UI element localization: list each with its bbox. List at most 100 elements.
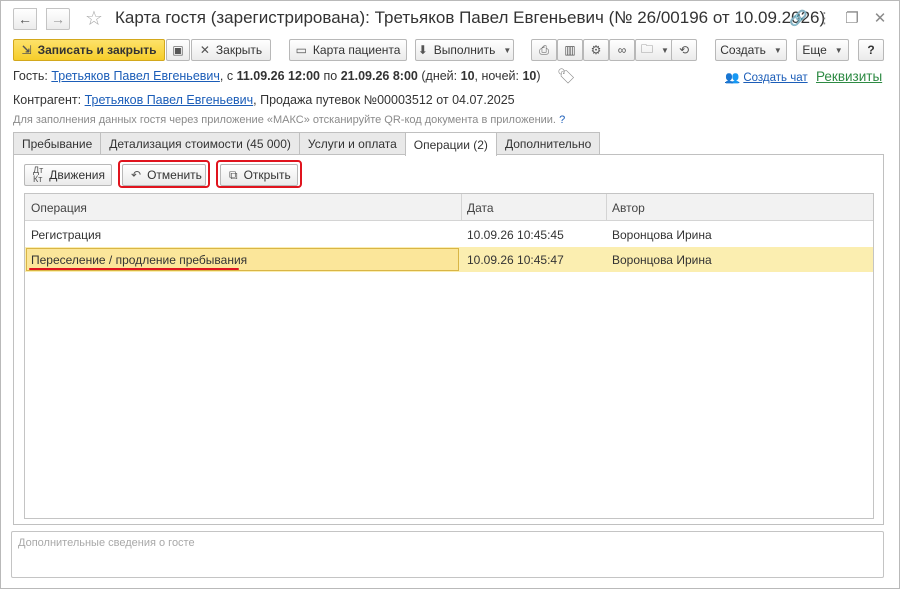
table-row-selected[interactable]: Переселение / продление пребывания 10.09… bbox=[25, 247, 873, 272]
history-clock-icon: ⟲ bbox=[678, 43, 690, 57]
open-window-icon: ⧉ bbox=[229, 167, 238, 182]
save-and-close-label: Записать и закрыть bbox=[37, 43, 157, 57]
close-button[interactable]: ✕ Закрыть bbox=[191, 39, 271, 61]
movements-label: Движения bbox=[49, 168, 105, 182]
close-label: Закрыть bbox=[215, 43, 263, 57]
chevron-down-icon: ▼ bbox=[503, 45, 512, 55]
toolbar: ⇲ Записать и закрыть ▣ ✕ Закрыть ▭ Карта… bbox=[13, 39, 889, 63]
tag-icon[interactable]: 🏷 bbox=[557, 67, 576, 85]
floppy-disk-icon: ▣ bbox=[172, 43, 184, 57]
create-dropdown-button[interactable]: Создать ▼ bbox=[715, 39, 787, 61]
guest-name-link[interactable]: Третьяков Павел Евгеньевич bbox=[51, 69, 220, 83]
report-button[interactable]: ▥ bbox=[557, 39, 583, 61]
tab-bar: Пребывание Детализация стоимости (45 000… bbox=[13, 132, 601, 156]
to-label: по bbox=[323, 69, 338, 83]
save-close-icon: ⇲ bbox=[21, 43, 32, 57]
execute-label: Выполнить bbox=[433, 43, 496, 57]
create-chat-label: Создать чат bbox=[743, 72, 808, 84]
guest-label: Гость: bbox=[13, 69, 48, 83]
contractor-sale-info: , Продажа путевок №00003512 от 04.07.202… bbox=[253, 93, 515, 107]
tab-additional[interactable]: Дополнительно bbox=[495, 132, 601, 155]
patient-card-label: Карта пациента bbox=[312, 43, 401, 57]
card-icon: ▭ bbox=[295, 43, 307, 57]
qr-hint-text: Для заполнения данных гостя через прилож… bbox=[13, 114, 556, 126]
nights-label: , ночей: bbox=[474, 69, 519, 83]
tab-stay[interactable]: Пребывание bbox=[13, 132, 102, 155]
cell-operation: Регистрация bbox=[31, 227, 102, 242]
chain-link-icon: ∞ bbox=[617, 43, 627, 57]
cell-date: 10.09.26 10:45:47 bbox=[467, 252, 564, 267]
tab-cost-details[interactable]: Детализация стоимости (45 000) bbox=[100, 132, 300, 155]
days-count: 10 bbox=[460, 69, 475, 83]
help-button[interactable]: ? bbox=[858, 39, 884, 61]
chevron-down-icon: ▼ bbox=[834, 45, 843, 55]
printer-icon: ⎙ bbox=[539, 42, 549, 57]
column-author[interactable]: Автор bbox=[606, 194, 873, 221]
open-label: Открыть bbox=[243, 168, 291, 182]
attach-dropdown-button[interactable]: 🗀 ▼ bbox=[635, 39, 675, 61]
window-title: Карта гостя (зарегистрирована): Третьяко… bbox=[115, 8, 826, 27]
undo-arrow-icon: ↶ bbox=[131, 168, 142, 182]
link-button[interactable]: ∞ bbox=[609, 39, 635, 61]
cell-date: 10.09.26 10:45:45 bbox=[467, 227, 564, 242]
back-arrow-icon[interactable]: ← bbox=[13, 8, 37, 30]
movements-button[interactable]: Дт Кт Движения bbox=[24, 164, 112, 186]
cell-author: Воронцова Ирина bbox=[612, 227, 712, 242]
table-header: Операция Дата Автор bbox=[25, 194, 873, 221]
guest-info: Гость: Третьяков Павел Евгеньевич, с 11.… bbox=[13, 69, 541, 83]
window: ← → ☆ Карта гостя (зарегистрирована): Тр… bbox=[0, 0, 900, 589]
cancel-label: Отменить bbox=[147, 168, 202, 182]
qr-hint: Для заполнения данных гостя через прилож… bbox=[13, 114, 565, 126]
favorite-star-icon[interactable]: ☆ bbox=[85, 6, 103, 31]
days-label: (дней: bbox=[421, 69, 458, 83]
more-vertical-icon[interactable]: ⋮ bbox=[817, 9, 832, 27]
contractor-name-link[interactable]: Третьяков Павел Евгеньевич bbox=[85, 93, 254, 107]
execute-dropdown-button[interactable]: ⬇ Выполнить ▼ bbox=[415, 39, 514, 61]
down-arrow-icon: ⬇ bbox=[417, 43, 428, 57]
operations-table: Операция Дата Автор Регистрация 10.09.26… bbox=[24, 193, 874, 519]
guest-notes-field[interactable]: Дополнительные сведения о госте bbox=[11, 531, 884, 578]
hint-help-icon[interactable]: ? bbox=[559, 114, 565, 126]
save-and-close-button[interactable]: ⇲ Записать и закрыть bbox=[13, 39, 165, 61]
restore-window-icon[interactable]: ❐ bbox=[845, 9, 859, 27]
column-date[interactable]: Дата bbox=[461, 194, 606, 221]
chevron-down-icon: ▼ bbox=[661, 45, 669, 55]
arrival-date: 11.09.26 12:00 bbox=[236, 69, 321, 83]
column-operation[interactable]: Операция bbox=[25, 194, 461, 221]
title-bar: ← → ☆ Карта гостя (зарегистрирована): Тр… bbox=[1, 1, 899, 35]
tab-services-payment[interactable]: Услуги и оплата bbox=[298, 132, 406, 155]
requisites-link[interactable]: Реквизиты bbox=[816, 69, 882, 84]
cell-author: Воронцова Ирина bbox=[612, 252, 712, 267]
notes-placeholder: Дополнительные сведения о госте bbox=[18, 537, 195, 549]
close-paren: ) bbox=[536, 69, 541, 83]
settings-button[interactable]: ⚙ bbox=[583, 39, 609, 61]
contractor-info: Контрагент: Третьяков Павел Евгеньевич, … bbox=[13, 93, 515, 107]
chevron-down-icon: ▼ bbox=[773, 45, 782, 55]
departure-date: 21.09.26 8:00 bbox=[340, 69, 418, 83]
from-label: , с bbox=[219, 69, 234, 83]
history-button[interactable]: ⟲ bbox=[671, 39, 697, 61]
more-label: Еще bbox=[802, 43, 827, 57]
close-x-icon: ✕ bbox=[199, 43, 210, 57]
save-button[interactable]: ▣ bbox=[166, 39, 190, 61]
create-chat-link[interactable]: 👥 Создать чат bbox=[725, 70, 808, 84]
gears-icon: ⚙ bbox=[590, 43, 602, 57]
nights-count: 10 bbox=[522, 69, 537, 83]
tab-operations[interactable]: Операции (2) bbox=[404, 132, 497, 156]
forward-arrow-icon[interactable]: → bbox=[46, 8, 70, 30]
patient-card-button[interactable]: ▭ Карта пациента bbox=[289, 39, 407, 61]
folder-plus-icon: 🗀 bbox=[641, 41, 654, 56]
table-row[interactable]: Регистрация 10.09.26 10:45:45 Воронцова … bbox=[25, 222, 873, 247]
chat-icon: 👥 bbox=[725, 72, 740, 84]
print-button[interactable]: ⎙ bbox=[531, 39, 557, 61]
contractor-label: Контрагент: bbox=[13, 93, 82, 107]
cancel-button[interactable]: ↶ Отменить bbox=[122, 164, 206, 186]
link-icon[interactable]: 🔗 bbox=[789, 9, 808, 27]
operations-panel: Дт Кт Движения ↶ Отменить ⧉ Открыть Опера… bbox=[13, 154, 884, 525]
close-icon[interactable]: ✕ bbox=[873, 9, 887, 27]
red-underline-annotation bbox=[29, 268, 239, 270]
create-label: Создать bbox=[720, 43, 766, 57]
more-dropdown-button[interactable]: Еще ▼ bbox=[796, 39, 849, 61]
open-button[interactable]: ⧉ Открыть bbox=[220, 164, 298, 186]
bar-chart-icon: ▥ bbox=[564, 43, 576, 57]
